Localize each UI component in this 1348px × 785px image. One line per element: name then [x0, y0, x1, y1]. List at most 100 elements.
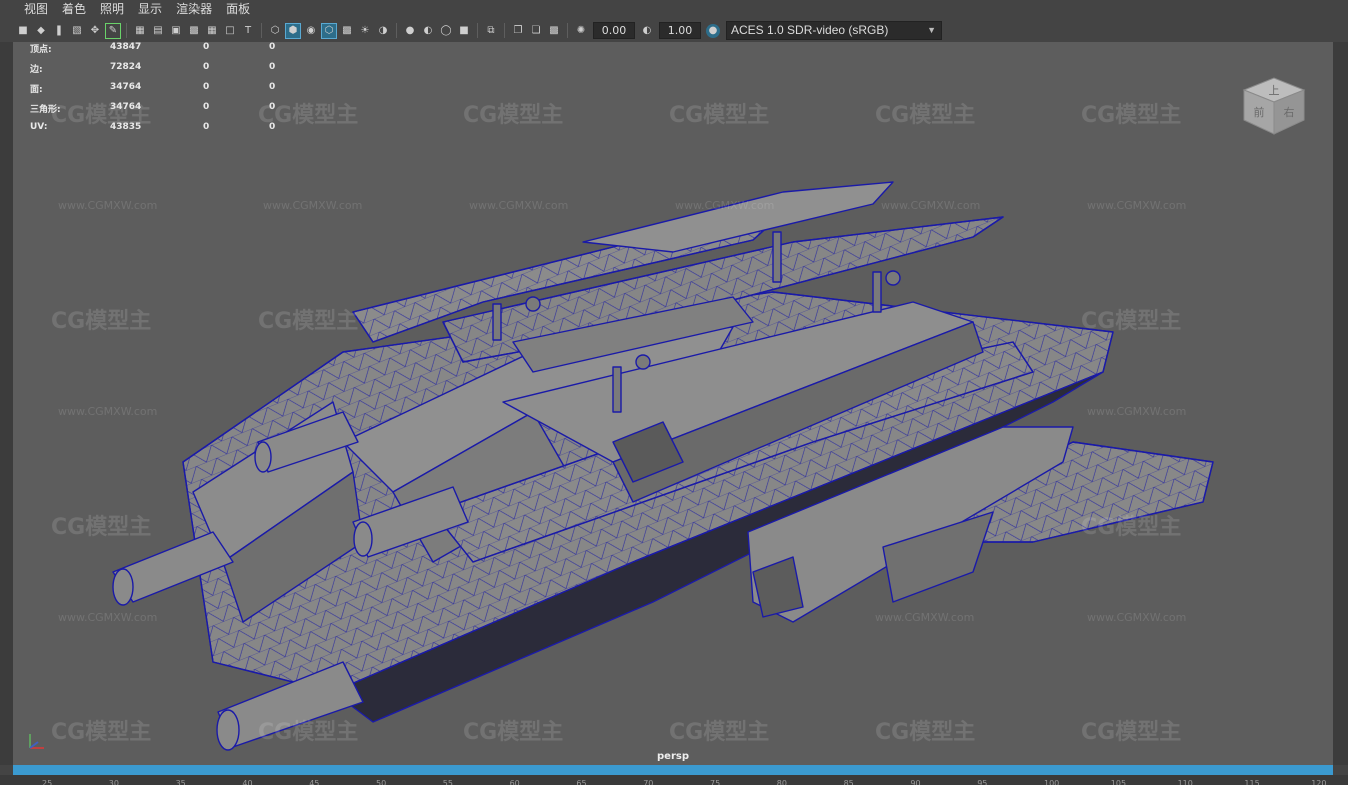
ambient-occlusion-icon[interactable]: ●	[403, 24, 417, 38]
hud-value: 0	[203, 42, 210, 52]
timeline-tick-label: 90	[910, 779, 921, 785]
gamma-icon[interactable]: ◐	[640, 24, 654, 38]
toolbar-divider	[261, 23, 262, 38]
color-management-label: ACES 1.0 SDR-video (sRGB)	[731, 23, 889, 37]
timeline-tick-label: 50	[376, 779, 387, 785]
menu-shading[interactable]: 着色	[55, 0, 93, 19]
timeline-tick-label: 30	[108, 779, 119, 785]
camera-icon[interactable]: ■	[16, 24, 30, 38]
viewcube-top-label[interactable]: 上	[1269, 84, 1280, 97]
resolution-gate-icon[interactable]: ▣	[169, 24, 183, 38]
film-gate-icon[interactable]: ▤	[151, 24, 165, 38]
exposure-icon[interactable]: ✺	[574, 24, 588, 38]
timeline-tick-label: 55	[442, 779, 453, 785]
toolbar-divider	[477, 23, 478, 38]
camera-name-label: persp	[657, 751, 689, 762]
hud-value: 0	[203, 102, 210, 112]
timeline-tick-label: 115	[1244, 779, 1260, 785]
spaceship-model[interactable]	[13, 42, 1333, 765]
wireframe-icon[interactable]: ⬡	[268, 24, 282, 38]
wireframe-on-shaded-icon[interactable]: ⬡	[321, 22, 337, 39]
timeline-tick-label: 45	[309, 779, 320, 785]
timeline-ruler[interactable]: 25 30 35 40 45 50 55 60 65 70 75 80 85 90 95 100 105 110 1…	[0, 775, 1348, 785]
timeline-tick-label: 105	[1110, 779, 1127, 785]
menu-view[interactable]: 视图	[0, 0, 55, 19]
safe-action-icon[interactable]: □	[223, 24, 237, 38]
hud-value: 0	[203, 122, 210, 132]
grease-pencil-icon[interactable]: ✎	[105, 22, 121, 39]
time-slider-bar[interactable]	[13, 765, 1333, 775]
menu-renderer[interactable]: 渲染器	[169, 0, 219, 19]
hud-value: 34764	[110, 102, 142, 112]
gamma-field[interactable]: 1.00	[659, 22, 701, 39]
timeline-tick-label: 25	[42, 779, 53, 785]
timeline-tick-label: 75	[710, 779, 721, 785]
toolbar-divider	[396, 23, 397, 38]
toolbar-divider	[567, 23, 568, 38]
timeline-tick-label: 120	[1311, 779, 1327, 785]
left-panel-border	[0, 42, 13, 765]
3d-viewport[interactable]: CG模型主 CG模型主 CG模型主 CG模型主 CG模型主 CG模型主 www.…	[13, 42, 1333, 765]
timeline-tick-label: 40	[242, 779, 253, 785]
menu-panels[interactable]: 面板	[219, 0, 257, 19]
hud-label: 三角形:	[30, 105, 61, 115]
hud-value: 72824	[110, 62, 142, 72]
smooth-shade-icon[interactable]: ⬢	[285, 22, 301, 39]
hud-label: 面:	[30, 85, 43, 95]
menu-show[interactable]: 显示	[131, 0, 169, 19]
safe-title-icon[interactable]: T	[241, 24, 255, 38]
exposure-field[interactable]: 0.00	[593, 22, 635, 39]
toolbar-divider	[504, 23, 505, 38]
panel-menu-bar: 视图 着色 照明 显示 渲染器 面板	[0, 0, 1348, 19]
hud-value: 43847	[110, 42, 142, 52]
textured-icon[interactable]: ▩	[340, 24, 354, 38]
depth-of-field-icon[interactable]: ■	[457, 24, 471, 38]
xray-icon[interactable]: ❐	[511, 24, 525, 38]
hud-value: 0	[203, 82, 210, 92]
default-material-icon[interactable]: ◉	[304, 24, 318, 38]
image-plane-icon[interactable]: ▧	[70, 24, 84, 38]
pan-zoom-icon[interactable]: ✥	[88, 24, 102, 38]
gate-mask-icon[interactable]: ▩	[187, 24, 201, 38]
toolbar-divider	[126, 23, 127, 38]
panel-toolbar: ■ ◆ ❚ ▧ ✥ ✎ ▦ ▤ ▣ ▩ ▦ □ T ⬡ ⬢ ◉ ⬡ ▩ ☀ ◑ …	[0, 19, 1348, 43]
timeline-tick-label: 95	[977, 779, 988, 785]
camera-attr-icon[interactable]: ◆	[34, 24, 48, 38]
hud-value: 34764	[110, 82, 142, 92]
isolate-select-icon[interactable]: ⧉	[484, 24, 498, 38]
timeline-tick-label: 70	[643, 779, 654, 785]
right-panel-border	[1333, 42, 1348, 765]
chevron-down-icon: ▼	[927, 25, 936, 35]
hud-value: 0	[269, 42, 276, 52]
color-management-toggle-icon[interactable]: ●	[706, 23, 720, 38]
bookmark-icon[interactable]: ❚	[52, 24, 66, 38]
viewcube-right-label[interactable]: 右	[1284, 105, 1295, 119]
field-chart-icon[interactable]: ▦	[205, 24, 219, 38]
hud-label: 顶点:	[30, 45, 52, 55]
grid-icon[interactable]: ▦	[133, 24, 147, 38]
timeline-tick-label: 80	[776, 779, 787, 785]
hud-value: 0	[269, 102, 276, 112]
xray-components-icon[interactable]: ▩	[547, 24, 561, 38]
hud-value: 0	[269, 62, 276, 72]
hud-value: 0	[269, 122, 276, 132]
motion-blur-icon[interactable]: ◐	[421, 24, 435, 38]
viewcube-front-label[interactable]: 前	[1254, 105, 1265, 119]
timeline-tick-label: 35	[175, 779, 186, 785]
timeline-tick-label: 100	[1044, 779, 1060, 785]
hud-label: 边:	[30, 65, 43, 75]
timeline-tick-label: 60	[509, 779, 520, 785]
menu-lighting[interactable]: 照明	[93, 0, 131, 19]
timeline-tick-label: 110	[1177, 779, 1193, 785]
xray-joints-icon[interactable]: ❏	[529, 24, 543, 38]
timeline-tick-label: 65	[576, 779, 587, 785]
hud-label: UV:	[30, 122, 48, 132]
hud-value: 0	[269, 82, 276, 92]
use-lights-icon[interactable]: ☀	[358, 24, 372, 38]
shadows-icon[interactable]: ◑	[376, 24, 390, 38]
color-management-dropdown[interactable]: ACES 1.0 SDR-video (sRGB) ▼	[726, 21, 942, 40]
timeline-tick-label: 85	[843, 779, 854, 785]
anti-aliasing-icon[interactable]: ◯	[439, 24, 453, 38]
hud-value: 43835	[110, 122, 142, 132]
viewcube[interactable]: 上 前 右	[1239, 70, 1309, 140]
